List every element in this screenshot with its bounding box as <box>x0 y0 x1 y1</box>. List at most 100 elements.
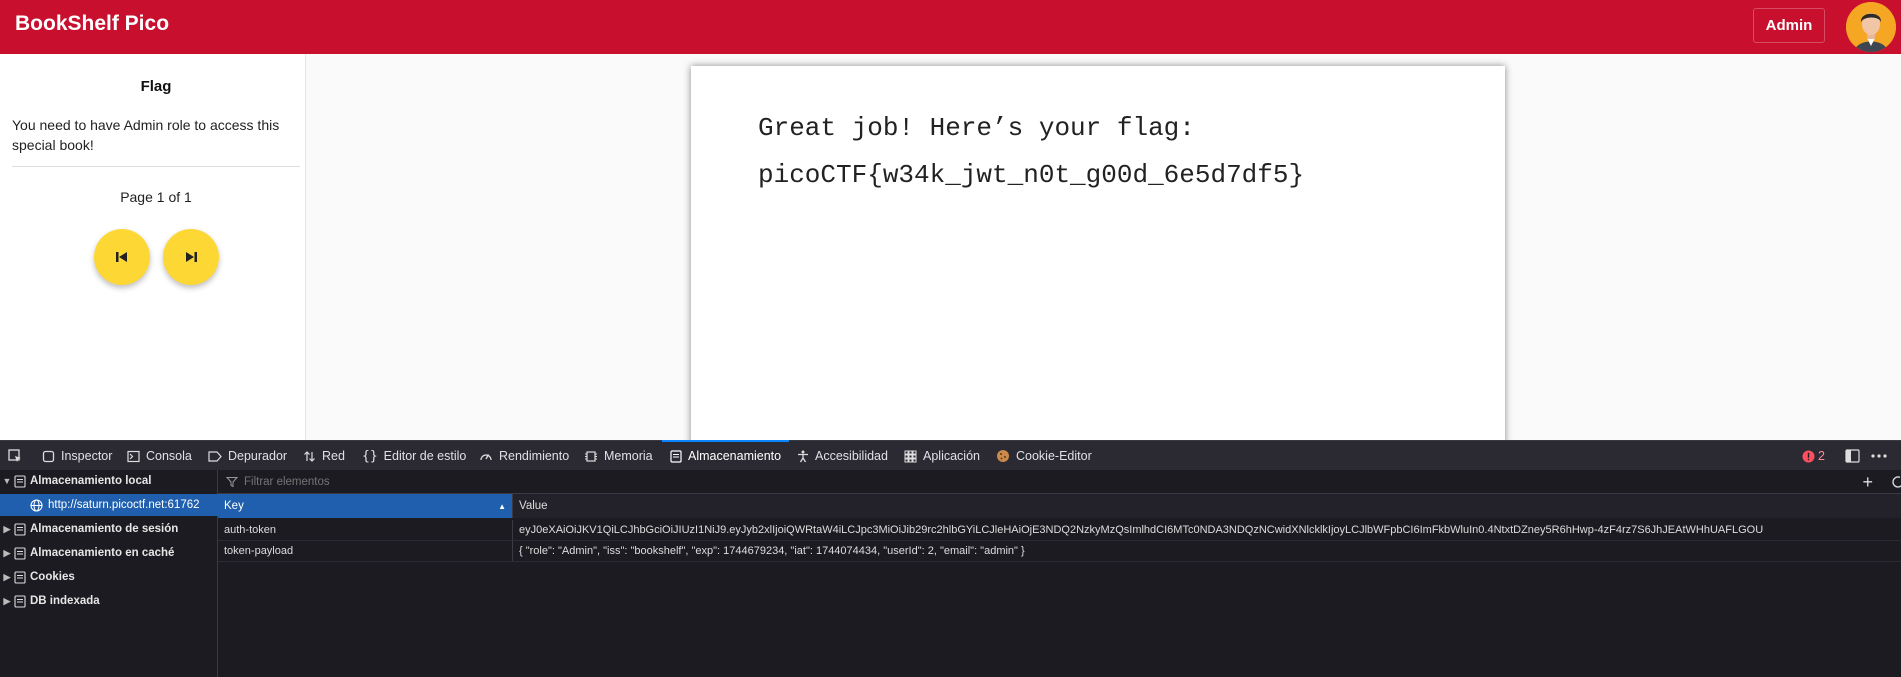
app-bar: BookShelf Pico Admin <box>0 0 1901 54</box>
tab-cookie-editor[interactable]: Cookie-Editor <box>996 441 1092 471</box>
book-description: You need to have Admin role to access th… <box>12 117 280 153</box>
storage-icon <box>14 594 26 608</box>
table-row[interactable]: auth-token eyJ0eXAiOiJKV1QiLCJhbGciOiJIU… <box>218 520 1901 541</box>
storage-icon <box>14 522 26 536</box>
error-count: 2 <box>1818 449 1825 463</box>
storage-tree: ▼ Almacenamiento local http://saturn.pic… <box>0 470 218 677</box>
book-title: Flag <box>140 78 172 95</box>
dock-side-icon <box>1845 449 1860 463</box>
tree-label: Almacenamiento en caché <box>30 547 175 559</box>
debugger-icon <box>208 450 222 462</box>
tab-label: Red <box>322 449 345 463</box>
row-key: auth-token <box>224 524 276 536</box>
tab-console[interactable]: Consola <box>127 441 192 471</box>
tab-accessibility[interactable]: Accesibilidad <box>797 441 888 471</box>
key-column-header[interactable]: Key ▲ <box>218 494 512 518</box>
book-page: Great job! Here’s your flag: picoCTF{w34… <box>691 66 1505 446</box>
storage-icon <box>670 449 682 463</box>
filter-input[interactable] <box>242 474 646 489</box>
ellipsis-icon <box>1871 454 1887 458</box>
storage-icon <box>14 570 26 584</box>
value-column-header[interactable]: Value <box>512 494 1901 518</box>
flag-heading: Great job! Here’s your flag: <box>758 113 1195 143</box>
tab-label: Consola <box>146 449 192 463</box>
skip-next-icon <box>186 252 197 262</box>
tree-local-storage[interactable]: ▼ Almacenamiento local <box>0 470 218 492</box>
avatar[interactable] <box>1846 2 1896 52</box>
tab-style-editor[interactable]: {} Editor de estilo <box>362 441 466 471</box>
tree-cache-storage[interactable]: ▶ Almacenamiento en caché <box>0 542 218 564</box>
divider <box>12 166 300 167</box>
tree-label: Almacenamiento local <box>30 475 152 487</box>
tree-cookies[interactable]: ▶ Cookies <box>0 566 218 588</box>
element-picker-button[interactable] <box>8 441 22 471</box>
tab-label: Editor de estilo <box>383 449 467 463</box>
avatar-person-icon <box>1846 2 1896 52</box>
key-column-label: Key <box>224 500 244 512</box>
last-page-button[interactable] <box>163 229 219 285</box>
devtools-panel: Inspector Consola Depurador Red {} Edito… <box>0 440 1901 677</box>
tab-label: Almacenamiento <box>688 449 782 463</box>
filter-icon <box>226 476 238 487</box>
tab-application[interactable]: Aplicación <box>904 441 980 471</box>
tree-label: DB indexada <box>30 595 100 607</box>
tab-memory[interactable]: Memoria <box>584 441 653 471</box>
chevron-right-icon[interactable]: ▶ <box>0 596 14 607</box>
console-icon <box>127 450 140 462</box>
row-key: token-payload <box>224 545 294 557</box>
tab-label: Cookie-Editor <box>1016 449 1092 463</box>
tab-label: Accesibilidad <box>815 449 888 463</box>
dock-button[interactable] <box>1845 441 1860 471</box>
reader-area: Great job! Here’s your flag: picoCTF{w34… <box>306 54 1901 446</box>
chevron-right-icon[interactable]: ▶ <box>0 548 14 559</box>
error-count-badge[interactable]: 2 <box>1802 441 1825 471</box>
tree-origin-item[interactable]: http://saturn.picoctf.net:61762 <box>0 494 218 516</box>
tree-label: Cookies <box>30 571 75 583</box>
tab-label: Rendimiento <box>499 449 570 463</box>
add-item-icon[interactable]: + <box>1862 472 1873 493</box>
app-title[interactable]: BookShelf Pico <box>15 12 169 36</box>
refresh-icon[interactable] <box>1891 475 1901 489</box>
admin-button[interactable]: Admin <box>1753 8 1825 43</box>
tab-debugger[interactable]: Depurador <box>208 441 287 471</box>
row-value: { "role": "Admin", "iss": "bookshelf", "… <box>512 541 1901 561</box>
gauge-icon <box>480 453 492 460</box>
accessibility-icon <box>798 450 808 462</box>
chevron-right-icon[interactable]: ▶ <box>0 524 14 535</box>
tab-label: Depurador <box>228 449 288 463</box>
grid-icon <box>904 450 917 462</box>
error-icon <box>1802 450 1815 462</box>
memory-chip-icon <box>585 450 597 462</box>
globe-icon <box>30 498 43 512</box>
tab-network[interactable]: Red <box>303 441 345 471</box>
tree-label: http://saturn.picoctf.net:61762 <box>48 499 200 511</box>
chevron-down-icon[interactable]: ▼ <box>0 476 14 486</box>
tab-performance[interactable]: Rendimiento <box>479 441 569 471</box>
sort-up-icon: ▲ <box>498 501 506 511</box>
tree-label: Almacenamiento de sesión <box>30 523 179 535</box>
devtools-toolbar: Inspector Consola Depurador Red {} Edito… <box>0 440 1901 470</box>
tree-indexed-db[interactable]: ▶ DB indexada <box>0 590 218 612</box>
table-row[interactable]: token-payload { "role": "Admin", "iss": … <box>218 541 1901 562</box>
storage-icon <box>14 546 26 560</box>
storage-table-header: Key ▲ Value <box>218 494 1901 518</box>
tree-session-storage[interactable]: ▶ Almacenamiento de sesión <box>0 518 218 540</box>
braces-icon: {} <box>362 448 378 464</box>
row-value: eyJ0eXAiOiJKV1QiLCJhbGciOiJIUzI1NiJ9.eyJ… <box>512 520 1901 540</box>
network-icon <box>304 450 315 462</box>
sidebar: Flag You need to have Admin role to acce… <box>0 54 306 440</box>
first-page-button[interactable] <box>94 229 150 285</box>
storage-icon <box>14 474 26 488</box>
skip-previous-icon <box>116 252 127 262</box>
page-indicator: Page 1 of 1 <box>120 189 192 205</box>
inspector-icon <box>42 450 55 462</box>
flag-text: picoCTF{w34k_jwt_n0t_g00d_6e5d7df5} <box>758 160 1305 190</box>
tab-inspector[interactable]: Inspector <box>42 441 112 471</box>
tab-storage[interactable]: Almacenamiento <box>661 440 790 471</box>
chevron-right-icon[interactable]: ▶ <box>0 572 14 583</box>
tab-label: Memoria <box>604 449 653 463</box>
tab-label: Aplicación <box>923 449 980 463</box>
filter-bar: + <box>218 470 1901 494</box>
value-column-label: Value <box>519 500 548 512</box>
more-options-button[interactable] <box>1871 441 1887 471</box>
